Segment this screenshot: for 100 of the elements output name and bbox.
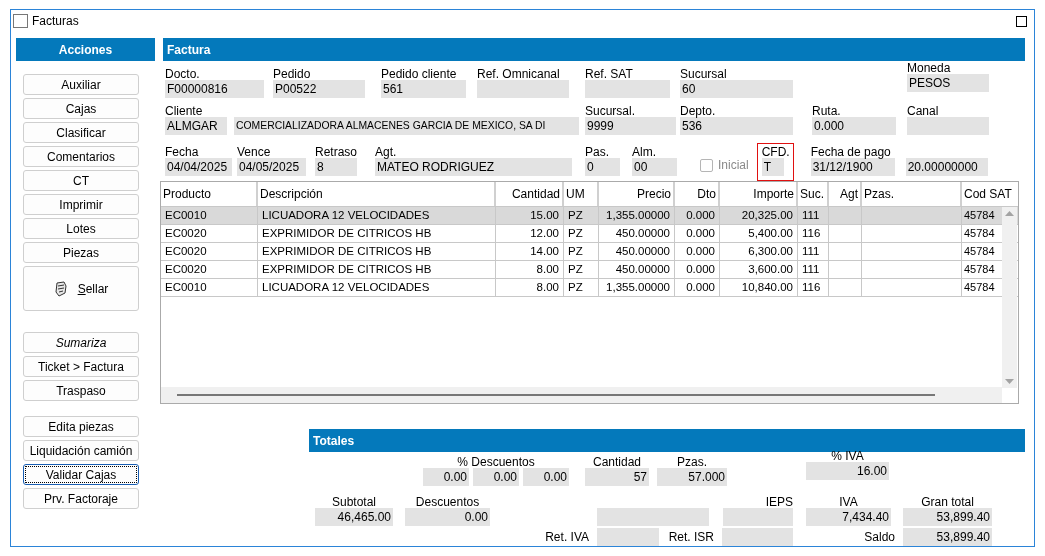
window-icon — [13, 14, 28, 28]
action-button[interactable]: Sellar — [23, 266, 139, 311]
value-field[interactable] — [722, 528, 793, 546]
value-field[interactable]: 0 — [585, 158, 620, 176]
field-label: % IVA — [830, 450, 865, 463]
table-cell: 8.00 — [496, 261, 564, 278]
value-field[interactable] — [585, 80, 670, 98]
action-button[interactable]: Validar Cajas — [23, 464, 139, 485]
value-field[interactable]: 31/12/1900 — [810, 158, 895, 176]
field-label: IEPS — [764, 496, 793, 509]
value-field[interactable]: 04/05/2025 — [237, 158, 306, 176]
field-label: Ref. Omnicanal — [477, 68, 561, 81]
field-label: Pedido — [273, 68, 312, 81]
action-button[interactable]: Clasificar — [23, 122, 139, 143]
field-label: Cantidad — [591, 456, 642, 469]
value-field[interactable] — [597, 508, 709, 526]
table-cell: 0.000 — [675, 243, 720, 260]
table-cell: PZ — [564, 243, 599, 260]
value-field[interactable]: 0.00 — [523, 468, 569, 486]
action-button[interactable]: Auxiliar — [23, 74, 139, 95]
value-field[interactable]: 46,465.00 — [315, 508, 393, 526]
field-label: Alm. — [632, 146, 657, 159]
value-field[interactable]: 0.000 — [812, 117, 896, 135]
table-cell: 0.000 — [675, 225, 720, 242]
field-label: Descuentos — [414, 496, 481, 509]
value-field[interactable] — [477, 80, 569, 98]
action-button[interactable]: Piezas — [23, 242, 139, 263]
value-field[interactable]: 0.00 — [423, 468, 469, 486]
action-button[interactable]: Traspaso — [23, 380, 139, 401]
table-cell: 8.00 — [496, 279, 564, 296]
field-label: Moneda — [907, 62, 952, 75]
value-field[interactable]: 0.00 — [405, 508, 490, 526]
value-field[interactable]: T — [761, 158, 784, 176]
field-label: Docto. — [165, 68, 201, 81]
table-cell: 12.00 — [496, 225, 564, 242]
value-field[interactable]: 60 — [680, 80, 793, 98]
section-header: Acciones — [16, 38, 155, 61]
table-cell: EXPRIMIDOR DE CITRICOS HB — [258, 243, 496, 260]
value-field[interactable]: 00 — [632, 158, 677, 176]
table-cell: EC0020 — [161, 243, 258, 260]
table-cell: 14.00 — [496, 243, 564, 260]
table-cell: LICUADORA 12 VELOCIDADES — [258, 279, 496, 296]
field-label: Agt. — [375, 146, 398, 159]
value-field[interactable]: PESOS — [907, 74, 989, 92]
table-cell: 5,400.00 — [720, 225, 798, 242]
value-field[interactable]: MATEO RODRIGUEZ — [375, 158, 572, 176]
maximize-button[interactable] — [1016, 15, 1027, 27]
value-field[interactable] — [907, 117, 989, 135]
action-button[interactable]: Ticket > Factura — [23, 356, 139, 377]
table-cell: 0.000 — [675, 207, 720, 224]
field-label: Vence — [237, 146, 272, 159]
value-field[interactable]: 53,899.40 — [903, 528, 992, 546]
field-label: Subtotal — [330, 496, 377, 509]
value-field[interactable]: F00000816 — [165, 80, 264, 98]
table-cell: 15.00 — [496, 207, 564, 224]
value-field[interactable]: 20.00000000 — [905, 158, 988, 176]
horizontal-scrollbar[interactable] — [161, 387, 1002, 403]
action-button[interactable]: Liquidación camión — [23, 440, 139, 461]
value-field[interactable]: 7,434.40 — [806, 508, 891, 526]
table-cell: EC0020 — [161, 261, 258, 278]
action-button[interactable]: CT — [23, 170, 139, 191]
field-label: Pas. — [585, 146, 610, 159]
value-field[interactable]: 536 — [680, 117, 793, 135]
value-field[interactable]: 8 — [315, 158, 357, 176]
value-field[interactable]: P00522 — [273, 80, 365, 98]
table-cell: 116 — [798, 279, 829, 296]
value-field[interactable]: COMERCIALIZADORA ALMACENES GARCIA DE MEXICO, SA DI — [234, 117, 579, 135]
value-field[interactable]: 16.00 — [806, 462, 889, 480]
value-field[interactable] — [597, 528, 659, 546]
value-field[interactable] — [723, 508, 793, 526]
field-label: Ret. IVA — [544, 530, 589, 544]
action-button[interactable]: Sumariza — [23, 332, 139, 353]
field-label: Cliente — [165, 105, 204, 118]
value-field[interactable]: 9999 — [585, 117, 676, 135]
vertical-scrollbar[interactable] — [1002, 207, 1017, 388]
table-cell: 0.000 — [675, 261, 720, 278]
field-label: IVA — [838, 496, 859, 509]
table-cell: 10,840.00 — [720, 279, 798, 296]
field-label: Pedido cliente — [381, 68, 458, 81]
value-field[interactable]: 57.000 — [657, 468, 727, 486]
table-cell: EC0010 — [161, 279, 258, 296]
value-field[interactable]: 0.00 — [473, 468, 519, 486]
field-label: CFD. — [761, 146, 789, 159]
action-button[interactable]: Cajas — [23, 98, 139, 119]
value-field[interactable]: ALMGAR — [165, 117, 227, 135]
value-field[interactable]: 57 — [585, 468, 649, 486]
action-button[interactable]: Edita piezas — [23, 416, 139, 437]
table-cell: 116 — [798, 225, 829, 242]
table-row[interactable]: EC0010 LICUADORA 12 VELOCIDADES 15.00 PZ 1,355.00000 0.000 20,325.00 111 45784 — [161, 207, 1018, 225]
action-button[interactable]: Comentarios — [23, 146, 139, 167]
field-label: Gran total — [920, 496, 975, 509]
action-button[interactable]: Prv. Factoraje — [23, 488, 139, 509]
value-field[interactable]: 04/04/2025 — [165, 158, 232, 176]
value-field[interactable]: 561 — [381, 80, 466, 98]
checkbox-label: Inicial — [718, 158, 749, 172]
field-label: Pzas. — [676, 456, 708, 469]
action-button[interactable]: Lotes — [23, 218, 139, 239]
value-field[interactable]: 53,899.40 — [903, 508, 992, 526]
field-label: % Descuentos — [456, 456, 536, 469]
action-button[interactable]: Imprimir — [23, 194, 139, 215]
